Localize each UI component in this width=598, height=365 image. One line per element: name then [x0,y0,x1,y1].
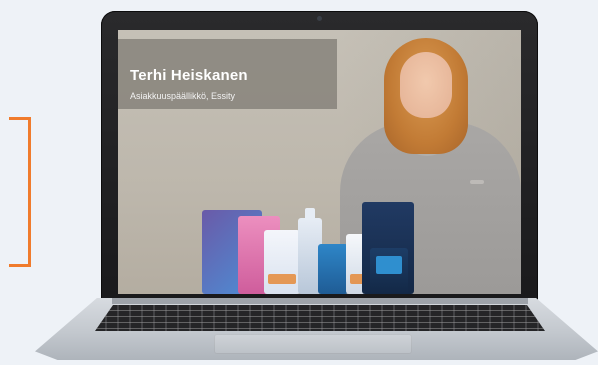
video-screen[interactable]: Terhi Heiskanen Asiakkuuspäällikkö, Essi… [118,30,521,294]
product-pack-men-small [370,248,408,294]
hoodie-logo [470,180,484,184]
product-pack-blue [318,244,348,294]
lower-third-caption: Terhi Heiskanen Asiakkuuspäällikkö, Essi… [118,39,337,109]
laptop-trackpad [214,334,412,354]
decorative-bracket [9,117,31,267]
speaker-name: Terhi Heiskanen [130,67,248,84]
product-pack-pads [264,230,300,294]
speaker-face [400,52,452,118]
speaker-title: Asiakkuuspäällikkö, Essity [130,91,236,101]
laptop-lid: Terhi Heiskanen Asiakkuuspäällikkö, Essi… [101,11,538,302]
webcam-icon [317,16,322,21]
laptop-hinge [112,298,528,304]
keyboard-rows [95,305,545,331]
